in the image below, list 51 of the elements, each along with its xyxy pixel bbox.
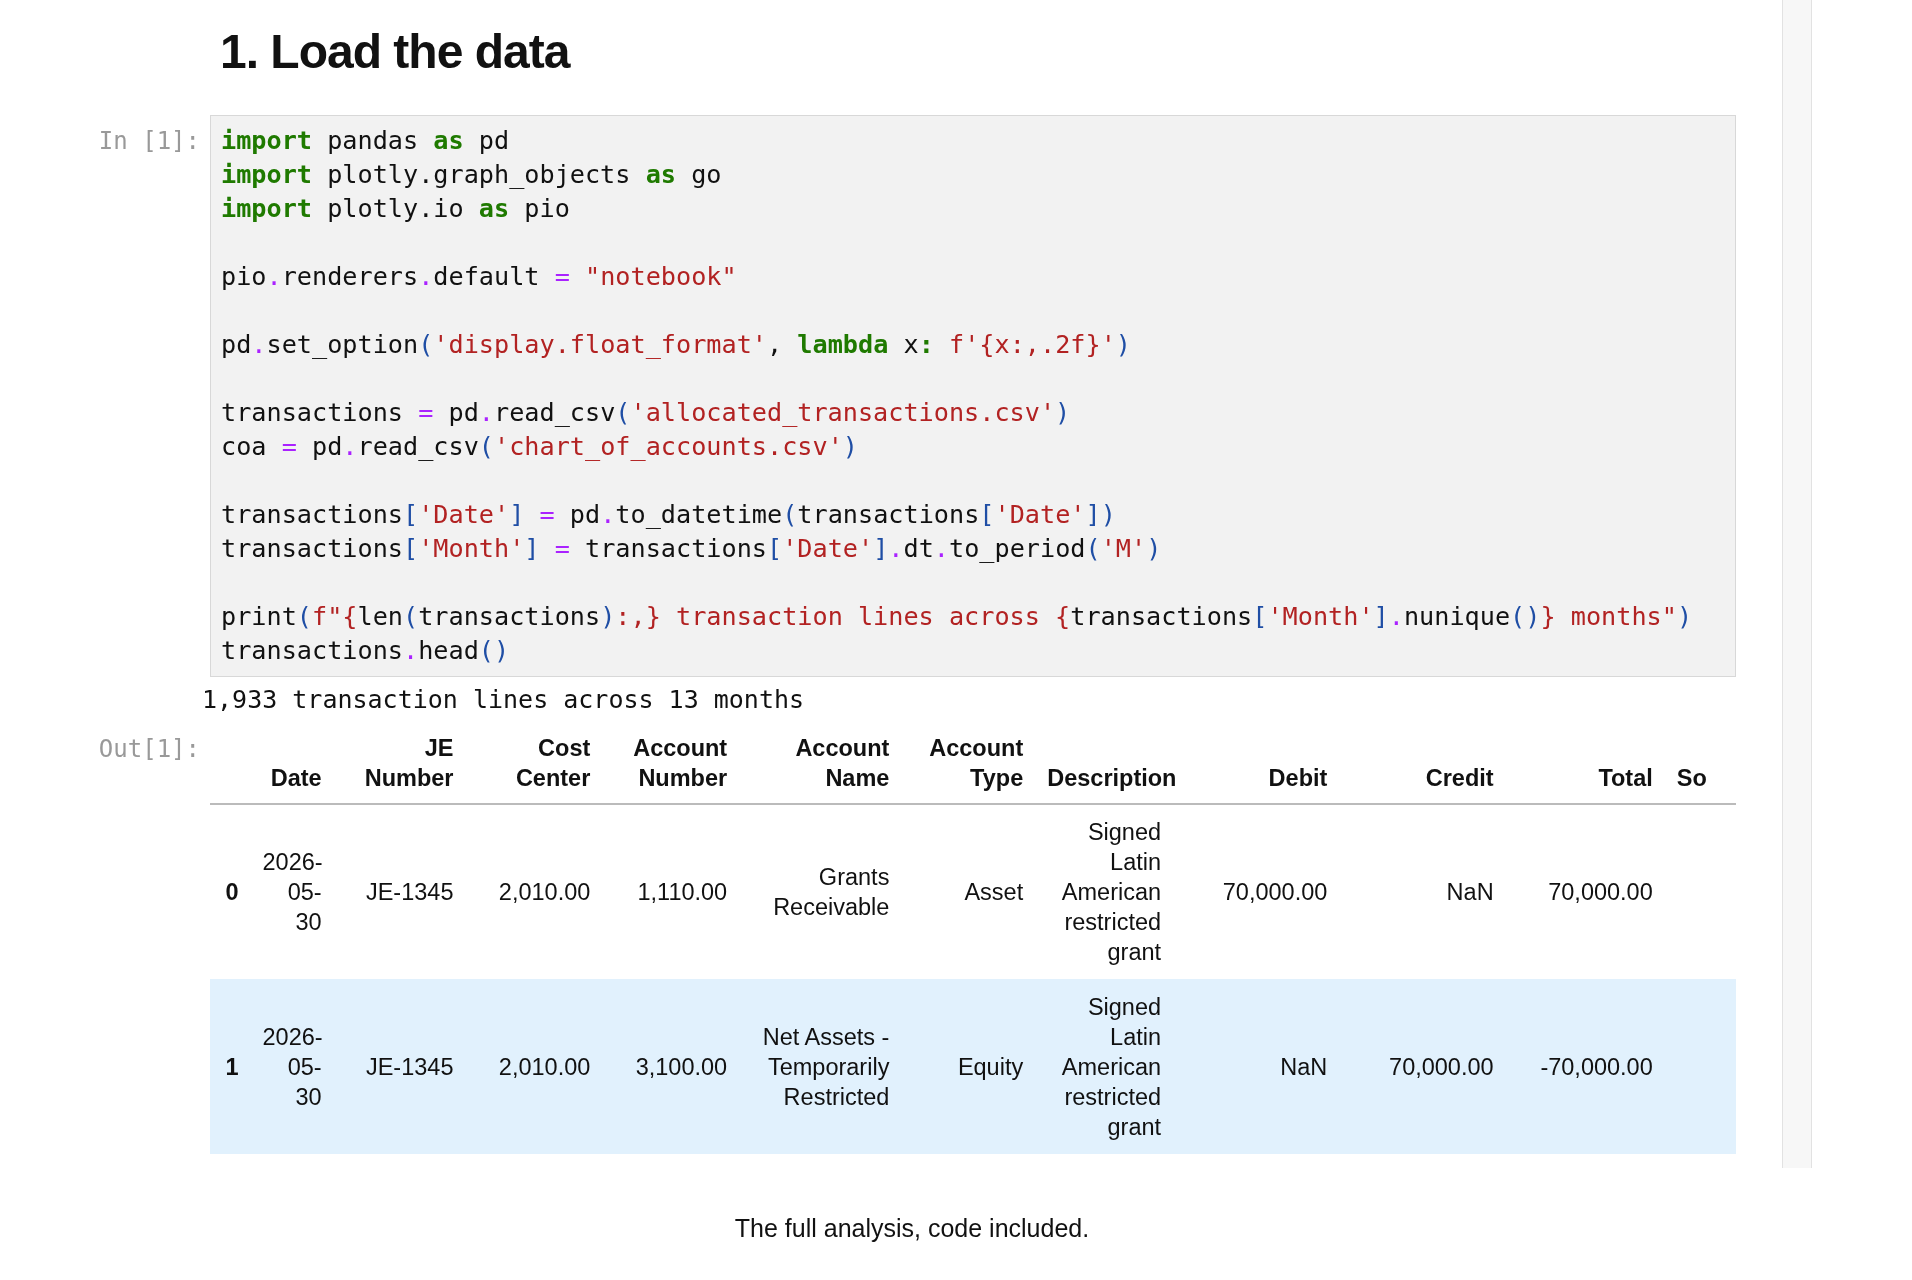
table-row[interactable]: 0 2026-05-30 JE-1345 2,010.00 1,110.00 Grants Receivable Asset Signed Latin American restricted grant 70,000.00 NaN 70,000.00 (210, 804, 1736, 979)
table-cell: 2,010.00 (465, 979, 603, 1154)
section-heading: 1. Load the data (220, 24, 570, 79)
table-cell: 70,000.00 (1505, 804, 1665, 979)
table-cell: Net Assets - Temporarily Restricted (739, 979, 902, 1154)
column-header: So (1664, 727, 1736, 804)
table-cell: 3,100.00 (602, 979, 740, 1154)
row-index: 0 (210, 804, 251, 979)
table-cell: Equity (901, 979, 1036, 1154)
table-cell: -70,000.00 (1505, 979, 1665, 1154)
column-header: Account Number (602, 727, 740, 804)
code-line: import plotly.io as pio (221, 193, 571, 225)
code-line: transactions['Date'] = pd.to_datetime(transactions['Date']) (221, 499, 1117, 531)
table-cell: JE-1345 (333, 979, 466, 1154)
code-line: pio.renderers.default = "notebook" (221, 261, 738, 293)
code-line: coa = pd.read_csv('chart_of_accounts.csv') (221, 431, 859, 463)
stdout-text: 1,933 transaction lines across 13 months (202, 684, 805, 716)
table-cell: NaN (1339, 804, 1506, 979)
code-line: transactions = pd.read_csv('allocated_transactions.csv') (221, 397, 1072, 429)
table-cell: 2026-05-30 (250, 804, 334, 979)
code-line: import pandas as pd (221, 125, 511, 157)
column-header: JE Number (333, 727, 466, 804)
table-cell: Signed Latin American restricted grant (1035, 979, 1174, 1154)
column-header: Date (250, 727, 334, 804)
table-cell: 2026-05-30 (250, 979, 334, 1154)
column-header: Account Name (739, 727, 902, 804)
column-header: Credit (1339, 727, 1506, 804)
code-line: pd.set_option('display.float_format', lambda x: f'{x:,.2f}') (221, 329, 1132, 361)
table-cell: 70,000.00 (1173, 804, 1340, 979)
table-cell: NaN (1173, 979, 1340, 1154)
column-header: Account Type (901, 727, 1036, 804)
table-cell: Asset (901, 804, 1036, 979)
code-line: transactions['Month'] = transactions['Date'].dt.to_period('M') (221, 533, 1163, 565)
code-line: import plotly.graph_objects as go (221, 159, 723, 191)
column-header: Total (1505, 727, 1665, 804)
column-header: Cost Center (465, 727, 603, 804)
row-index: 1 (210, 979, 251, 1154)
code-editor[interactable] (210, 115, 1736, 677)
table-cell: Signed Latin American restricted grant (1035, 804, 1174, 979)
table-cell: 1,110.00 (602, 804, 740, 979)
table-cell: 2,010.00 (465, 804, 603, 979)
code-line: print(f"{len(transactions):,} transaction lines across {transactions['Month'].nunique()} months") (221, 601, 1694, 633)
table-cell: JE-1345 (333, 804, 466, 979)
cell-prompt: Out[1]: (97, 734, 201, 765)
caption: The full analysis, code included. (733, 1214, 1091, 1243)
code-line: transactions.head() (221, 635, 511, 667)
cell-prompt: In [1]: (97, 126, 201, 157)
column-header: Description (1035, 727, 1174, 804)
scrollbar[interactable] (1782, 0, 1812, 1168)
table-cell: 70,000.00 (1339, 979, 1506, 1154)
table-cell: Grants Receivable (739, 804, 902, 979)
